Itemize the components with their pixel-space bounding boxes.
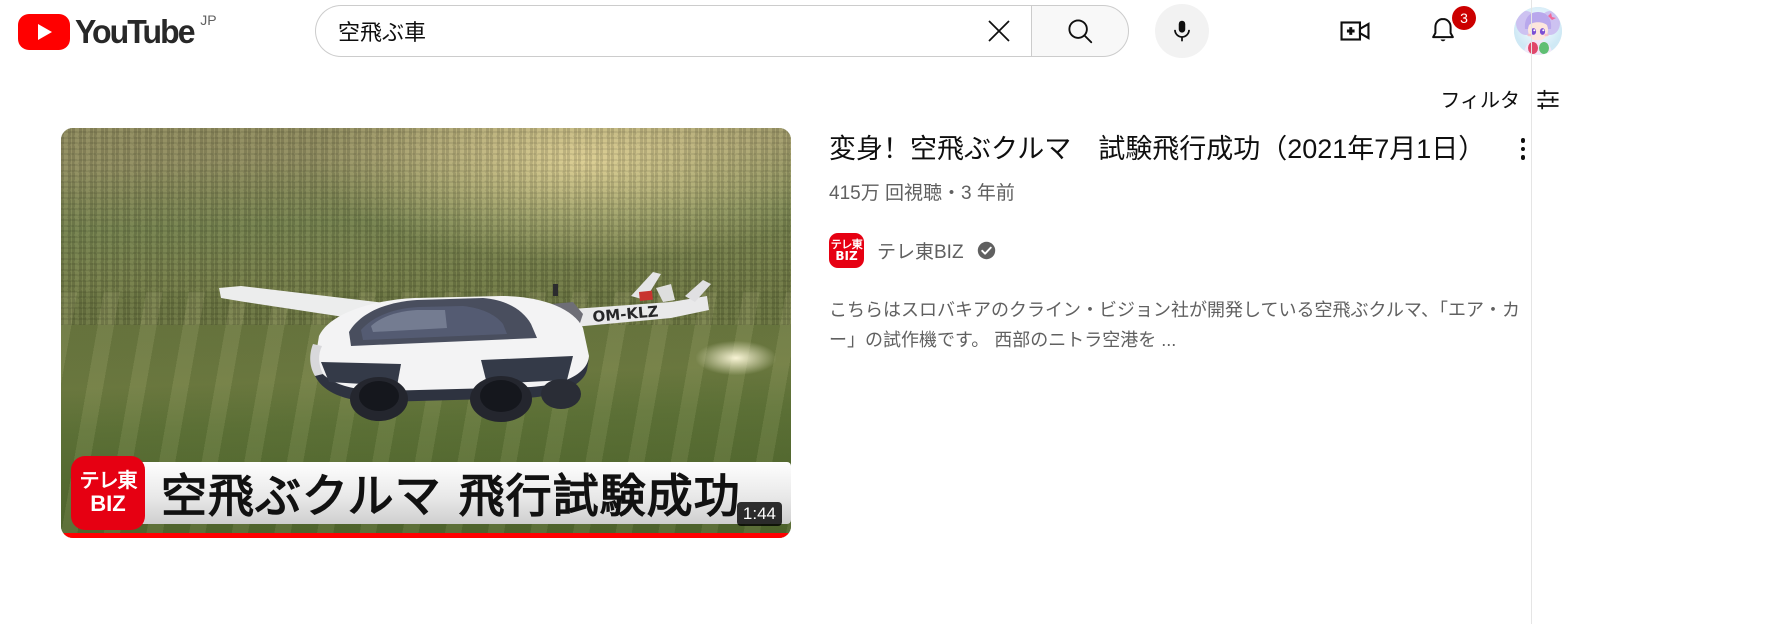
account-avatar[interactable] — [1514, 7, 1562, 55]
thumbnail-lower-third-banner: テレ東 BIZ 空飛ぶクルマ 飛行試験成功 — [71, 454, 791, 532]
youtube-play-icon — [18, 14, 70, 50]
video-title[interactable]: 変身！空飛ぶクルマ 試験飛行成功（2021年7月1日） — [829, 130, 1489, 169]
stats-separator: ・ — [941, 183, 961, 204]
microphone-icon — [1174, 20, 1190, 42]
more-vertical-icon — [1520, 155, 1526, 160]
youtube-wordmark: YouTube — [75, 13, 196, 50]
user-avatar — [1514, 7, 1562, 55]
masthead: YouTube JP 空飛ぶ車 3 — [0, 0, 1784, 64]
flying-car-illustration: OM-KLZ — [219, 272, 711, 422]
youtube-logo[interactable]: YouTube JP — [18, 10, 217, 54]
video-duration-badge: 1:44 — [736, 502, 782, 526]
search-box[interactable] — [315, 5, 1031, 57]
channel-row[interactable]: テレ東 BIZ テレ東BIZ — [829, 233, 1489, 268]
search-area — [315, 4, 1209, 58]
result-more-menu-button[interactable] — [1502, 128, 1544, 170]
channel-name[interactable]: テレ東BIZ — [877, 237, 964, 264]
close-icon — [988, 20, 1010, 42]
search-icon — [1068, 19, 1093, 44]
thumbnail-logo-line1: テレ東 — [79, 469, 138, 492]
clear-search-button[interactable] — [967, 5, 1031, 57]
search-submit-button[interactable] — [1031, 5, 1129, 57]
video-stats: 415万 回視聴・3 年前 — [829, 178, 1489, 205]
channel-avatar: テレ東 BIZ — [829, 233, 864, 268]
notifications-button[interactable]: 3 — [1422, 6, 1476, 52]
thumbnail-logo-line2: BIZ — [90, 490, 126, 516]
thumbnail-channel-logo: テレ東 BIZ — [71, 456, 145, 530]
watch-progress-fill — [61, 533, 791, 538]
watch-progress-track — [61, 533, 791, 538]
header-actions: 3 — [1334, 4, 1562, 58]
view-count: 415万 回視聴 — [829, 183, 942, 204]
video-description: こちらはスロバキアのクライン・ビジョン社が開発している空飛ぶクルマ、「エア・カー… — [829, 300, 1521, 350]
filters-label: フィルタ — [1440, 90, 1520, 112]
tune-filter-icon — [1537, 89, 1559, 109]
more-vertical-icon — [1520, 146, 1526, 152]
video-metadata: 変身！空飛ぶクルマ 試験飛行成功（2021年7月1日） 415万 回視聴・3 年… — [829, 128, 1520, 538]
channel-avatar-line2: BIZ — [835, 249, 858, 263]
filters-button[interactable]: フィルタ — [1440, 84, 1562, 113]
search-input[interactable] — [316, 6, 967, 56]
video-camera-plus-icon — [1340, 21, 1370, 41]
verified-check-icon — [977, 241, 995, 260]
search-result-item: OM-KLZ テレ東 BIZ 空飛ぶクルマ 飛行試験成功 1:44 変身！空飛ぶ… — [61, 128, 1531, 538]
country-code-label: JP — [200, 12, 217, 28]
create-video-button[interactable] — [1334, 10, 1376, 52]
voice-search-button[interactable] — [1155, 4, 1209, 58]
svg-text:OM-KLZ: OM-KLZ — [592, 302, 659, 326]
thumbnail-banner-text: 空飛ぶクルマ 飛行試験成功 — [131, 462, 791, 524]
notification-count-badge: 3 — [1452, 6, 1476, 30]
video-thumbnail[interactable]: OM-KLZ テレ東 BIZ 空飛ぶクルマ 飛行試験成功 1:44 — [61, 128, 791, 538]
more-vertical-icon — [1520, 138, 1526, 143]
published-time: 3 年前 — [961, 183, 1015, 204]
